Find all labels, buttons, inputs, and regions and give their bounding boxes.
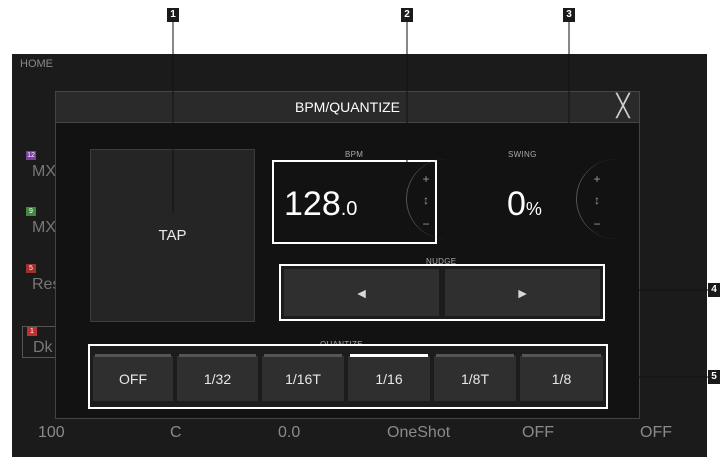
callout-2: 2 — [401, 8, 413, 22]
callout-3: 3 — [563, 8, 575, 22]
callout-lines — [172, 15, 708, 378]
callout-1: 1 — [167, 8, 179, 22]
callout-4: 4 — [708, 283, 720, 297]
callout-5: 5 — [708, 370, 720, 384]
